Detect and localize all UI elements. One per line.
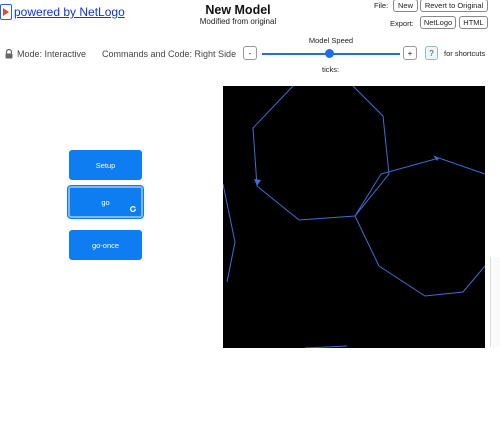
setup-button[interactable]: Setup xyxy=(69,150,142,180)
export-netlogo-button[interactable]: NetLogo xyxy=(420,16,456,29)
export-html-button[interactable]: HTML xyxy=(459,16,488,29)
model-speed-label: Model Speed xyxy=(308,36,354,45)
lock-icon[interactable] xyxy=(4,49,14,59)
shortcuts-label: for shortcuts xyxy=(444,49,486,58)
commands-code-position[interactable]: Commands and Code: Right Side xyxy=(102,49,236,59)
mode-label: Mode: Interactive xyxy=(17,49,87,59)
repeat-icon xyxy=(130,206,137,213)
file-new-button[interactable]: New xyxy=(393,0,418,12)
go-button[interactable]: go xyxy=(68,186,143,218)
speed-decrease-button[interactable]: - xyxy=(243,46,257,60)
setup-button-label: Setup xyxy=(95,160,116,170)
ticks-label: ticks: xyxy=(322,65,340,74)
go-button-label: go xyxy=(101,197,110,207)
help-button[interactable]: ? xyxy=(425,46,438,60)
revert-to-original-button[interactable]: Revert to Original xyxy=(420,0,488,12)
right-panel-edge[interactable] xyxy=(490,257,500,347)
speed-increase-button[interactable]: + xyxy=(403,46,417,60)
file-label: File: xyxy=(374,1,389,10)
speed-slider-thumb[interactable] xyxy=(325,49,334,58)
world-view[interactable] xyxy=(223,86,485,348)
export-label: Export: xyxy=(390,19,414,28)
go-once-button[interactable]: go-once xyxy=(69,230,142,260)
go-once-button-label: go-once xyxy=(91,240,120,250)
